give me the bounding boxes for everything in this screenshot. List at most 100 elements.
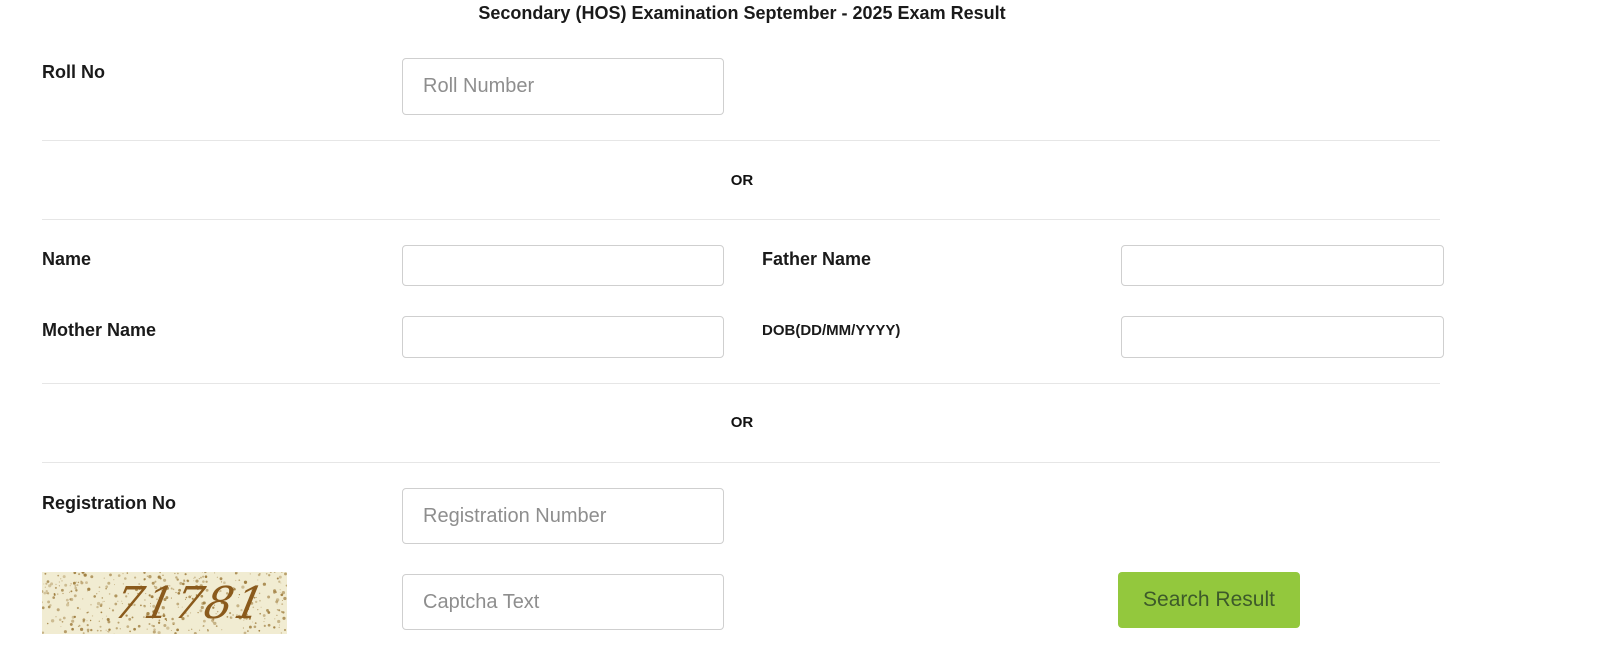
captcha-noise-dot [62, 592, 64, 595]
captcha-noise-dot [82, 573, 84, 575]
captcha-noise-dot [188, 629, 190, 631]
mother-name-input[interactable] [402, 316, 724, 358]
captcha-noise-dot [100, 611, 103, 614]
captcha-noise-dot [91, 615, 94, 617]
captcha-noise-dot [152, 630, 156, 634]
captcha-noise-dot [86, 624, 89, 627]
captcha-noise-dot [73, 615, 76, 619]
captcha-noise-dot [61, 620, 64, 623]
captcha-noise-dot [265, 572, 268, 575]
captcha-noise-dot [82, 632, 85, 634]
captcha-noise-dot [43, 583, 45, 585]
captcha-noise-dot [56, 608, 60, 612]
captcha-text: 71781 [110, 578, 271, 628]
father-name-label: Father Name [762, 249, 872, 269]
captcha-noise-dot [276, 614, 278, 617]
captcha-noise-dot [50, 582, 54, 586]
registration-no-label: Registration No [42, 493, 177, 513]
result-search-page: Secondary (HOS) Examination September - … [0, 0, 1600, 654]
captcha-noise-dot [278, 575, 282, 579]
captcha-noise-dot [279, 624, 280, 626]
captcha-noise-dot [103, 600, 105, 602]
registration-number-input[interactable] [402, 488, 724, 544]
captcha-noise-dot [58, 581, 60, 583]
dob-label: DOB(DD/MM/YYYY) [762, 322, 901, 339]
captcha-noise-dot [199, 629, 201, 631]
captcha-noise-dot [280, 610, 283, 613]
captcha-noise-dot [99, 604, 103, 607]
captcha-noise-dot [76, 584, 79, 587]
captcha-noise-dot [46, 580, 50, 583]
divider [42, 219, 1440, 220]
captcha-noise-dot [162, 574, 164, 576]
captcha-noise-dot [70, 582, 72, 585]
captcha-noise-dot [72, 581, 76, 585]
captcha-noise-dot [69, 598, 72, 601]
captcha-noise-dot [146, 575, 148, 577]
father-name-input[interactable] [1121, 245, 1444, 286]
captcha-noise-dot [86, 620, 88, 622]
captcha-noise-dot [45, 582, 48, 585]
captcha-noise-dot [103, 577, 105, 579]
captcha-noise-dot [267, 573, 271, 577]
captcha-noise-dot [99, 625, 102, 628]
captcha-noise-dot [45, 590, 48, 593]
captcha-noise-dot [78, 573, 81, 576]
captcha-noise-dot [106, 630, 108, 632]
captcha-noise-dot [82, 598, 84, 600]
captcha-noise-dot [101, 597, 104, 599]
captcha-noise-dot [73, 594, 77, 598]
captcha-noise-dot [107, 581, 111, 585]
captcha-noise-dot [117, 574, 121, 577]
captcha-noise-dot [267, 623, 271, 627]
captcha-noise-dot [109, 573, 112, 577]
captcha-noise-dot [93, 595, 96, 598]
captcha-noise-dot [279, 591, 281, 593]
captcha-noise-dot [71, 619, 75, 623]
captcha-noise-dot [64, 583, 68, 587]
captcha-noise-dot [274, 618, 276, 620]
captcha-noise-dot [100, 630, 102, 632]
captcha-noise-dot [96, 601, 101, 606]
search-result-button[interactable]: Search Result [1118, 572, 1300, 628]
captcha-noise-dot [221, 629, 223, 631]
roll-no-label: Roll No [42, 62, 105, 82]
captcha-noise-dot [105, 615, 107, 617]
captcha-noise-dot [90, 603, 92, 606]
captcha-noise-dot [96, 629, 99, 632]
captcha-noise-dot [278, 626, 280, 629]
captcha-noise-dot [102, 601, 104, 603]
captcha-noise-dot [80, 581, 84, 585]
captcha-noise-dot [46, 592, 48, 594]
divider [42, 462, 1440, 463]
captcha-noise-dot [90, 628, 93, 632]
mother-name-label: Mother Name [42, 320, 157, 340]
captcha-noise-dot [283, 628, 287, 632]
captcha-noise-dot [60, 626, 62, 628]
captcha-noise-dot [69, 591, 71, 593]
captcha-noise-dot [70, 590, 73, 593]
captcha-noise-dot [264, 618, 266, 620]
captcha-noise-dot [282, 616, 286, 620]
captcha-noise-dot [246, 630, 249, 633]
name-input[interactable] [402, 245, 724, 286]
captcha-noise-dot [50, 619, 55, 623]
dob-input[interactable] [1121, 316, 1444, 358]
captcha-noise-dot [105, 585, 109, 589]
captcha-noise-dot [280, 582, 282, 584]
captcha-noise-dot [52, 596, 55, 599]
captcha-noise-dot [57, 574, 60, 577]
captcha-noise-dot [184, 573, 187, 576]
captcha-input[interactable] [402, 574, 724, 630]
captcha-noise-dot [71, 627, 74, 631]
captcha-noise-dot [259, 573, 261, 575]
or-separator: OR [730, 414, 754, 431]
roll-number-input[interactable] [402, 58, 724, 115]
captcha-noise-dot [82, 618, 86, 622]
captcha-noise-dot [263, 624, 266, 628]
captcha-noise-dot [90, 575, 94, 579]
captcha-noise-dot [176, 628, 179, 632]
captcha-noise-dot [267, 611, 271, 614]
divider [42, 383, 1440, 384]
captcha-noise-dot [109, 607, 111, 609]
